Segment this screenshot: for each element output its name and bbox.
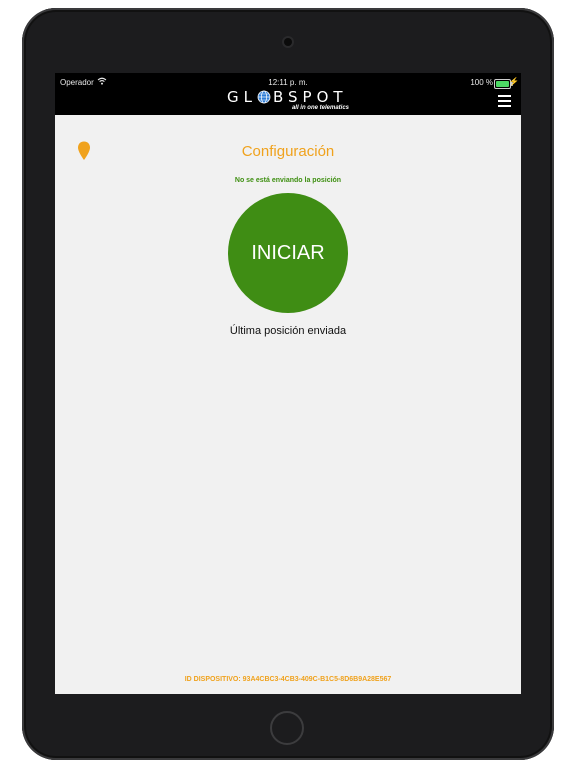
globspot-logo: GL BSPOT all in one telematics xyxy=(227,88,351,113)
charging-icon: ⚡ xyxy=(509,77,519,86)
globe-icon xyxy=(257,90,271,109)
logo-wordmark: GL BSPOT xyxy=(227,88,351,106)
home-button[interactable] xyxy=(270,711,304,745)
page-title[interactable]: Configuración xyxy=(55,143,521,160)
front-camera xyxy=(284,38,292,46)
battery-fill xyxy=(496,81,509,87)
last-position-label: Última posición enviada xyxy=(229,325,347,337)
app-screen: Operador 12:11 p. m. 100 % ⚡ GL BSPOT al… xyxy=(55,73,521,694)
hamburger-menu-icon[interactable] xyxy=(498,95,511,107)
logo-text-start: GL xyxy=(227,88,257,106)
tracking-status-message: No se está enviando la posición xyxy=(234,177,342,184)
logo-text-end: BSPOT xyxy=(272,88,348,106)
logo-tagline: all in one telematics xyxy=(291,105,349,111)
tablet-device-frame: Operador 12:11 p. m. 100 % ⚡ GL BSPOT al… xyxy=(22,8,554,760)
start-button[interactable]: INICIAR xyxy=(228,193,348,313)
battery-percent: 100 % xyxy=(470,78,493,87)
status-time: 12:11 p. m. xyxy=(268,78,308,87)
app-header: Operador 12:11 p. m. 100 % ⚡ GL BSPOT al… xyxy=(55,73,521,115)
device-id-label: ID DISPOSITIVO: 93A4CBC3-4CB3-409C-B1C5-… xyxy=(184,676,392,683)
